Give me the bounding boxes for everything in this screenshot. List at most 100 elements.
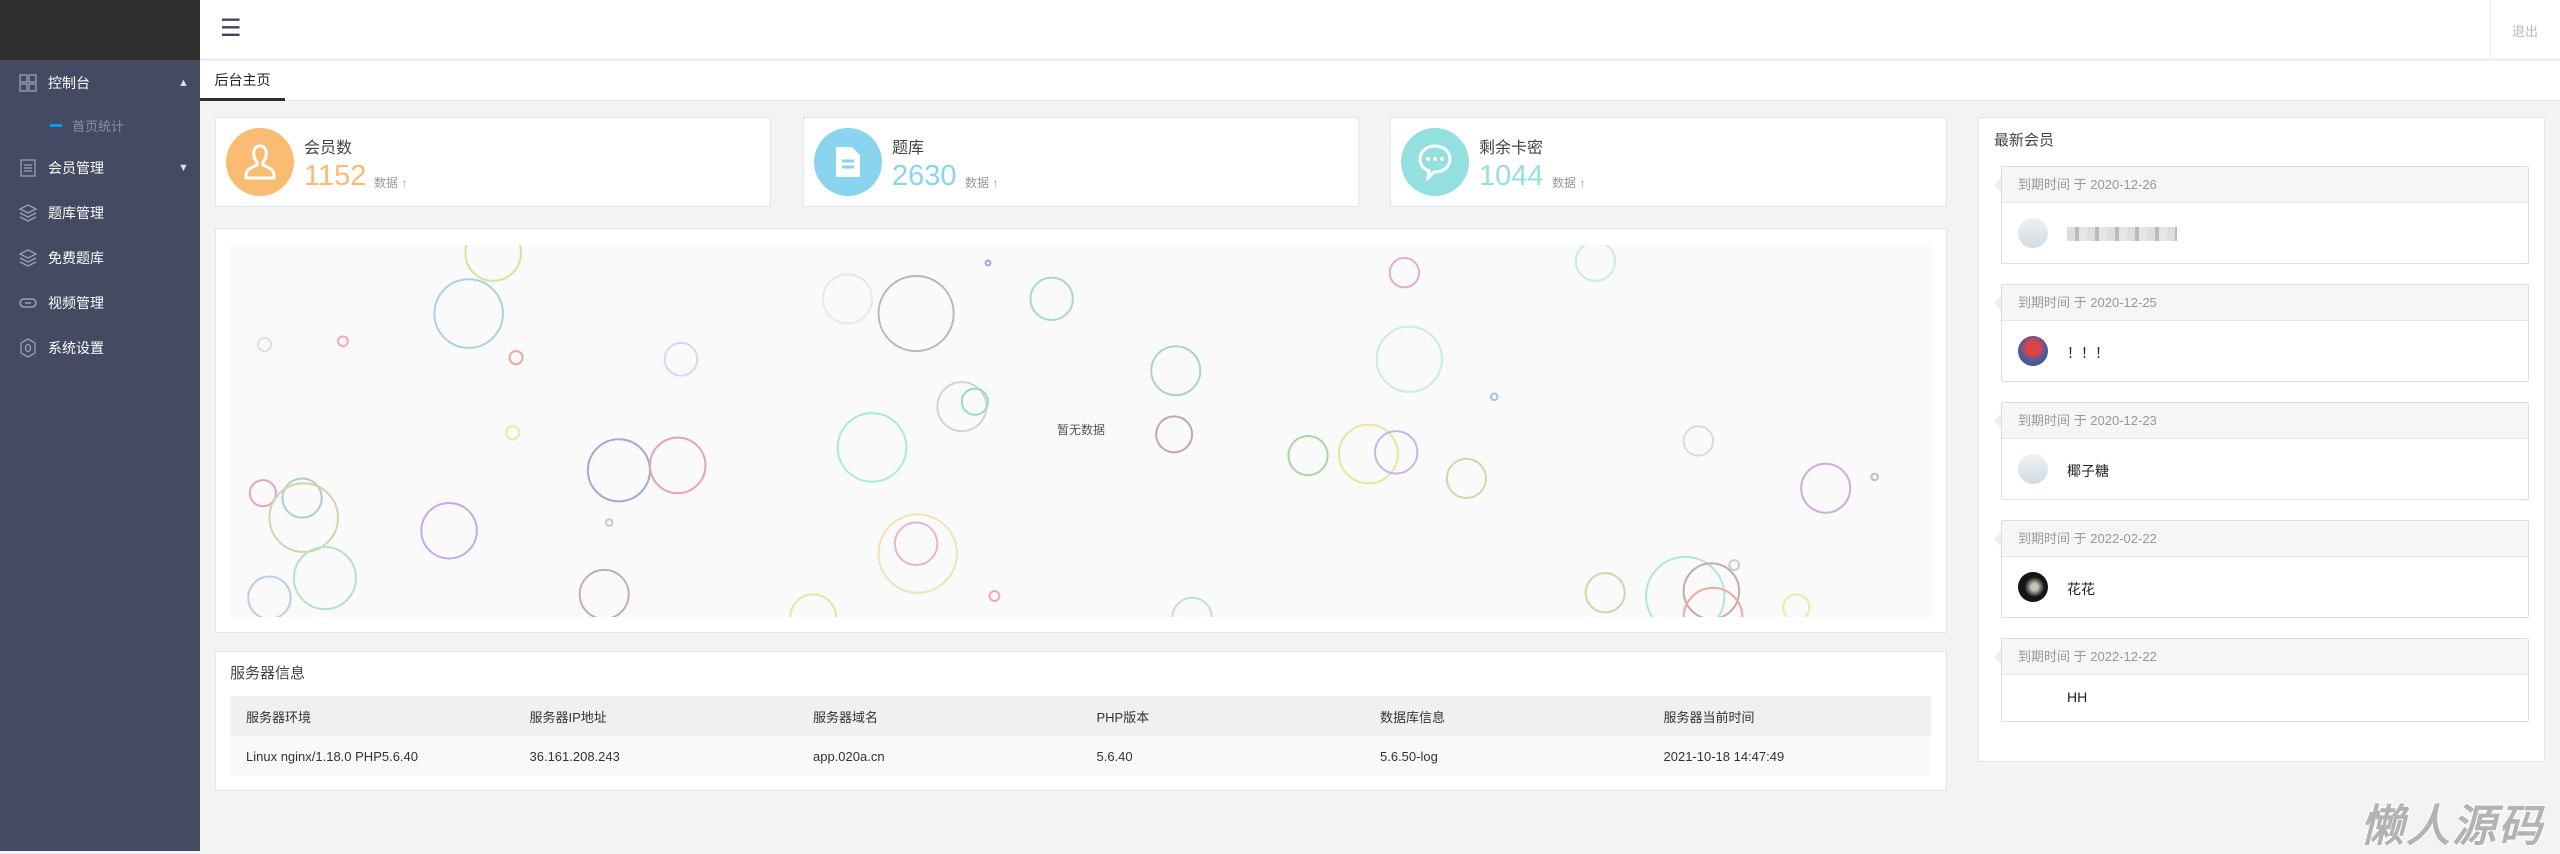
chat-icon — [1401, 128, 1469, 196]
layers-icon — [18, 203, 38, 223]
expiry-sep: 于 — [2073, 649, 2087, 664]
tab-home[interactable]: 后台主页 — [200, 61, 285, 101]
latest-members-title: 最新会员 — [1994, 132, 2055, 149]
stat-more-link[interactable]: 数据 ↑ — [1552, 174, 1585, 191]
decorative-bubble — [1287, 435, 1329, 477]
member-expiry: 到期时间 于 2020-12-26 — [1994, 167, 2528, 203]
decorative-bubble — [836, 412, 908, 483]
link-icon — [18, 293, 38, 313]
member-body — [2002, 203, 2528, 263]
top-header — [200, 0, 2560, 60]
column-header: 数据库信息 — [1364, 696, 1648, 736]
sidebar-subitem-label: 首页统计 — [72, 118, 125, 134]
decorative-bubble — [877, 513, 958, 594]
stat-card-cards: 剩余卡密 1044 数据 ↑ — [1390, 117, 1947, 207]
divider — [2490, 0, 2491, 60]
stat-more-label: 数据 — [374, 176, 399, 190]
sidebar-item-free-bank[interactable]: 免费题库 — [0, 238, 200, 278]
expiry-label: 到期时间 — [2018, 295, 2071, 310]
gear-icon — [18, 338, 38, 358]
decorative-bubble — [893, 521, 939, 567]
stat-value: 1152 — [304, 160, 367, 192]
table-cell: 2021-10-18 14:47:49 — [1647, 736, 1931, 776]
table-cell: app.020a.cn — [797, 736, 1081, 776]
caret-down-icon: ▼ — [178, 162, 189, 174]
decorative-bubble — [1375, 325, 1443, 393]
avatar — [2018, 336, 2048, 366]
list-icon — [18, 158, 38, 178]
member-body: ！！！ — [2002, 321, 2528, 381]
expiry-sep: 于 — [2073, 531, 2087, 546]
stat-value: 1044 — [1479, 160, 1544, 192]
member-expiry: 到期时间 于 2022-12-22 — [1994, 639, 2528, 675]
decorative-bubble — [1574, 245, 1617, 282]
expiry-label: 到期时间 — [2018, 531, 2071, 546]
sidebar-item-dashboard[interactable]: 控制台 ▲ — [0, 63, 200, 103]
decorative-bubble — [1584, 572, 1626, 614]
member-body: 花花 — [2002, 557, 2528, 617]
logout-button[interactable]: 退出 — [2512, 21, 2538, 40]
decorative-bubble — [988, 590, 1001, 602]
column-header: 服务器环境 — [230, 696, 514, 736]
stat-card-members: 会员数 1152 数据 ↑ — [215, 117, 771, 207]
decorative-bubble — [1682, 562, 1741, 617]
decorative-bubble — [1388, 257, 1421, 289]
decorative-bubble — [877, 274, 955, 353]
member-body: HH — [2002, 675, 2528, 721]
decorative-bubble — [1728, 559, 1741, 571]
table-cell: 36.161.208.243 — [513, 736, 797, 776]
hamburger-icon[interactable]: ☰ — [220, 16, 242, 42]
decorative-bubble — [257, 337, 273, 353]
member-expiry: 到期时间 于 2022-02-22 — [1994, 521, 2528, 557]
decorative-bubble — [1171, 596, 1213, 617]
decorative-bubble — [1373, 430, 1419, 475]
stat-title: 会员数 — [304, 140, 353, 157]
decorative-bubble — [1682, 425, 1715, 457]
avatar — [2018, 572, 2048, 602]
column-header: 服务器IP地址 — [513, 696, 797, 736]
arrow-up-icon: ↑ — [992, 176, 999, 190]
column-header: 服务器域名 — [797, 696, 1081, 736]
decorative-bubble — [464, 245, 522, 282]
stat-card-questions: 题库 2630 数据 ↑ — [803, 117, 1359, 207]
member-name: HH — [2067, 689, 2088, 705]
expiry-label: 到期时间 — [2018, 649, 2071, 664]
stat-value: 2630 — [892, 160, 957, 192]
table-row: Linux nginx/1.18.0 PHP5.6.40 36.161.208.… — [230, 736, 1931, 776]
decorative-bubble — [1155, 415, 1194, 454]
member-name: 椰子糖 — [2067, 463, 2109, 479]
decorative-bubble — [984, 259, 992, 267]
sidebar-subitem-home-stats[interactable]: 首页统计 — [0, 108, 200, 142]
member-entry: 到期时间 于 2022-12-22 HH — [1994, 638, 2529, 722]
decorative-bubble — [648, 436, 707, 495]
table-header-row: 服务器环境 服务器IP地址 服务器域名 PHP版本 数据库信息 服务器当前时间 — [230, 696, 1931, 736]
member-name: 花花 — [2067, 581, 2095, 597]
decorative-bubble — [663, 341, 699, 377]
sidebar-item-members[interactable]: 会员管理 ▼ — [0, 148, 200, 188]
stat-title: 剩余卡密 — [1479, 140, 1544, 157]
sidebar-item-settings[interactable]: 系统设置 — [0, 328, 200, 368]
member-body: 椰子糖 — [2002, 439, 2528, 499]
table-cell: 5.6.40 — [1080, 736, 1364, 776]
avatar — [2018, 218, 2048, 248]
sidebar-item-videos[interactable]: 视频管理 — [0, 283, 200, 323]
decorative-bubble — [1800, 462, 1852, 514]
blurred-name — [2067, 227, 2177, 241]
layers-icon — [18, 248, 38, 268]
member-expiry: 到期时间 于 2020-12-23 — [1994, 403, 2528, 439]
column-header: 服务器当前时间 — [1647, 696, 1931, 736]
decorative-bubble — [292, 546, 357, 611]
decorative-bubble — [578, 568, 630, 617]
decorative-bubble — [789, 593, 838, 617]
table-cell: 5.6.50-log — [1364, 736, 1648, 776]
server-info-table: 服务器环境 服务器IP地址 服务器域名 PHP版本 数据库信息 服务器当前时间 … — [230, 696, 1931, 776]
stat-more-label: 数据 — [1552, 176, 1577, 190]
arrow-up-icon: ↑ — [1579, 176, 1586, 190]
user-icon — [226, 128, 294, 196]
stat-more-link[interactable]: 数据 ↑ — [965, 174, 998, 191]
decorative-bubble — [337, 335, 349, 348]
stat-more-link[interactable]: 数据 ↑ — [374, 174, 407, 191]
decorative-bubble — [1489, 392, 1499, 402]
active-indicator — [50, 123, 62, 127]
sidebar-item-question-bank[interactable]: 题库管理 — [0, 193, 200, 233]
